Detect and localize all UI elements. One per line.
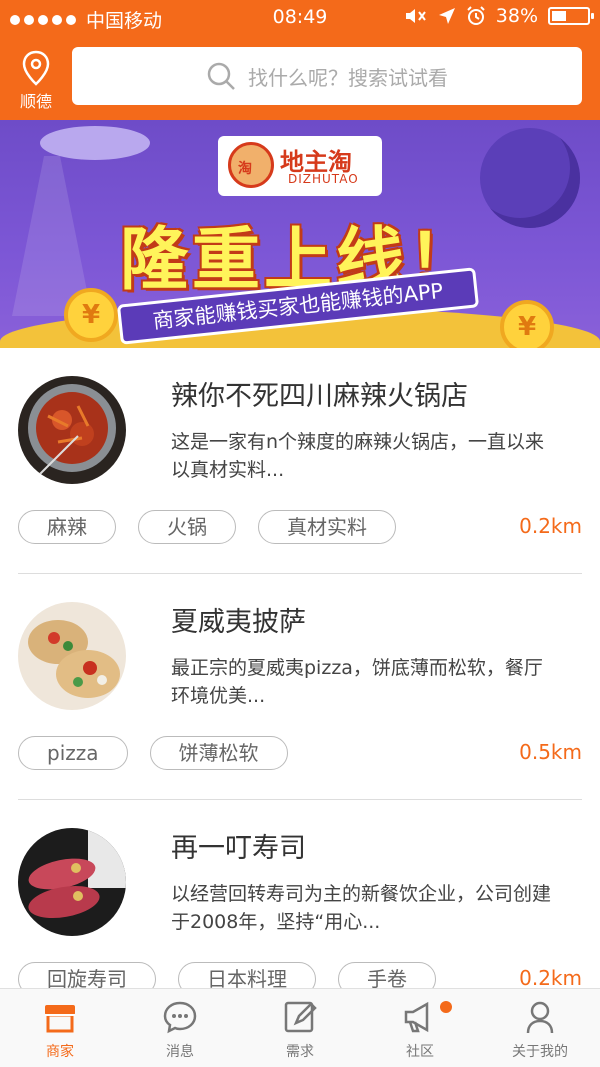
tab-label: 关于我的 [512, 1044, 568, 1060]
tab-label: 社区 [406, 1044, 434, 1060]
status-right: 38% [404, 5, 594, 27]
shop-tag[interactable]: 麻辣 [18, 510, 116, 544]
tab-label: 需求 [286, 1044, 314, 1060]
shop-tag[interactable]: 饼薄松软 [149, 736, 288, 770]
shop-item[interactable]: 再一叮寿司 以经营回转寿司为主的新餐饮企业，公司创建于2008年，坚持“用心..… [18, 800, 582, 988]
shop-tag[interactable]: 日本料理 [178, 962, 316, 988]
tab-community[interactable]: 社区 [360, 989, 480, 1067]
coin-icon: ¥ [500, 300, 554, 348]
pizza-image [18, 602, 126, 710]
shop-icon [45, 1005, 75, 1033]
tab-messages[interactable]: 消息 [120, 989, 240, 1067]
ufo-decoration [40, 126, 150, 160]
shop-list[interactable]: 辣你不死四川麻辣火锅店 这是一家有n个辣度的麻辣火锅店，一直以来以真材实料...… [0, 348, 600, 988]
shop-description: 这是一家有n个辣度的麻辣火锅店，一直以来以真材实料... [171, 431, 545, 481]
sushi-image [18, 828, 126, 936]
megaphone-icon [404, 1001, 429, 1033]
shop-description: 最正宗的夏威夷pizza，饼底薄而松软，餐厅环境优美... [171, 657, 543, 707]
shop-name: 夏威夷披萨 [171, 607, 306, 638]
shop-tag[interactable]: 手卷 [338, 962, 436, 988]
bottom-tab-bar: 商家 消息 需求 社区 关于我的 [0, 988, 600, 1067]
shop-tags: pizza 饼薄松软 [18, 736, 288, 770]
shop-item[interactable]: 夏威夷披萨 最正宗的夏威夷pizza，饼底薄而松软，餐厅环境优美... pizz… [18, 574, 582, 800]
mute-icon [405, 9, 426, 23]
location-button[interactable]: 顺德 [12, 48, 60, 111]
status-bar: 中国移动 08:49 38% [0, 0, 600, 36]
shop-tag[interactable]: 回旋寿司 [18, 962, 156, 988]
location-label: 顺德 [19, 92, 52, 111]
hotpot-image [18, 376, 126, 484]
chat-icon [163, 1001, 197, 1034]
shop-tag[interactable]: 火锅 [138, 510, 236, 544]
tab-label: 消息 [166, 1044, 194, 1060]
battery-level [552, 11, 567, 21]
battery-icon [548, 7, 594, 25]
tab-shops[interactable]: 商家 [0, 989, 120, 1067]
alarm-icon [467, 6, 485, 25]
person-icon [526, 1001, 554, 1034]
shop-tags: 回旋寿司 日本料理 手卷 [18, 962, 436, 988]
shop-distance: 0.2km [519, 514, 582, 538]
notification-dot [440, 1001, 452, 1013]
location-arrow-icon [438, 8, 455, 24]
shop-tags: 麻辣 火锅 真材实料 [18, 510, 396, 544]
shop-item[interactable]: 辣你不死四川麻辣火锅店 这是一家有n个辣度的麻辣火锅店，一直以来以真材实料...… [18, 348, 582, 574]
app-header: 中国移动 08:49 38% 顺德 找什么呢？搜索试试看 [0, 0, 600, 120]
tab-profile[interactable]: 关于我的 [480, 989, 600, 1067]
shop-description: 以经营回转寿司为主的新餐饮企业，公司创建于2008年，坚持“用心... [171, 883, 552, 933]
shop-thumbnail [18, 376, 126, 484]
shop-thumbnail [18, 602, 126, 710]
shop-thumbnail [18, 828, 126, 936]
shop-distance: 0.2km [519, 966, 582, 988]
shop-tag[interactable]: pizza [18, 736, 128, 770]
brand-logo: 淘 地主淘 DIZHUTAO [218, 136, 382, 196]
shop-name: 辣你不死四川麻辣火锅店 [171, 381, 468, 412]
tab-requests[interactable]: 需求 [240, 989, 360, 1067]
search-placeholder: 找什么呢？搜索试试看 [248, 65, 448, 90]
tab-label: 商家 [46, 1044, 74, 1060]
promo-banner[interactable]: ¥ ¥ 淘 地主淘 DIZHUTAO 隆重上线！ 商家能赚钱买家也能赚钱的APP [0, 120, 600, 348]
shop-distance: 0.5km [519, 740, 582, 764]
logo-subtitle: DIZHUTAO [288, 172, 359, 186]
shop-tag[interactable]: 真材实料 [258, 510, 396, 544]
search-input[interactable]: 找什么呢？搜索试试看 [72, 47, 582, 105]
search-icon [207, 62, 235, 90]
logo-badge: 淘 [238, 161, 252, 177]
battery-percent: 38% [495, 5, 538, 27]
edit-icon [284, 1001, 317, 1033]
location-pin-icon [22, 50, 50, 86]
shop-name: 再一叮寿司 [171, 833, 306, 864]
